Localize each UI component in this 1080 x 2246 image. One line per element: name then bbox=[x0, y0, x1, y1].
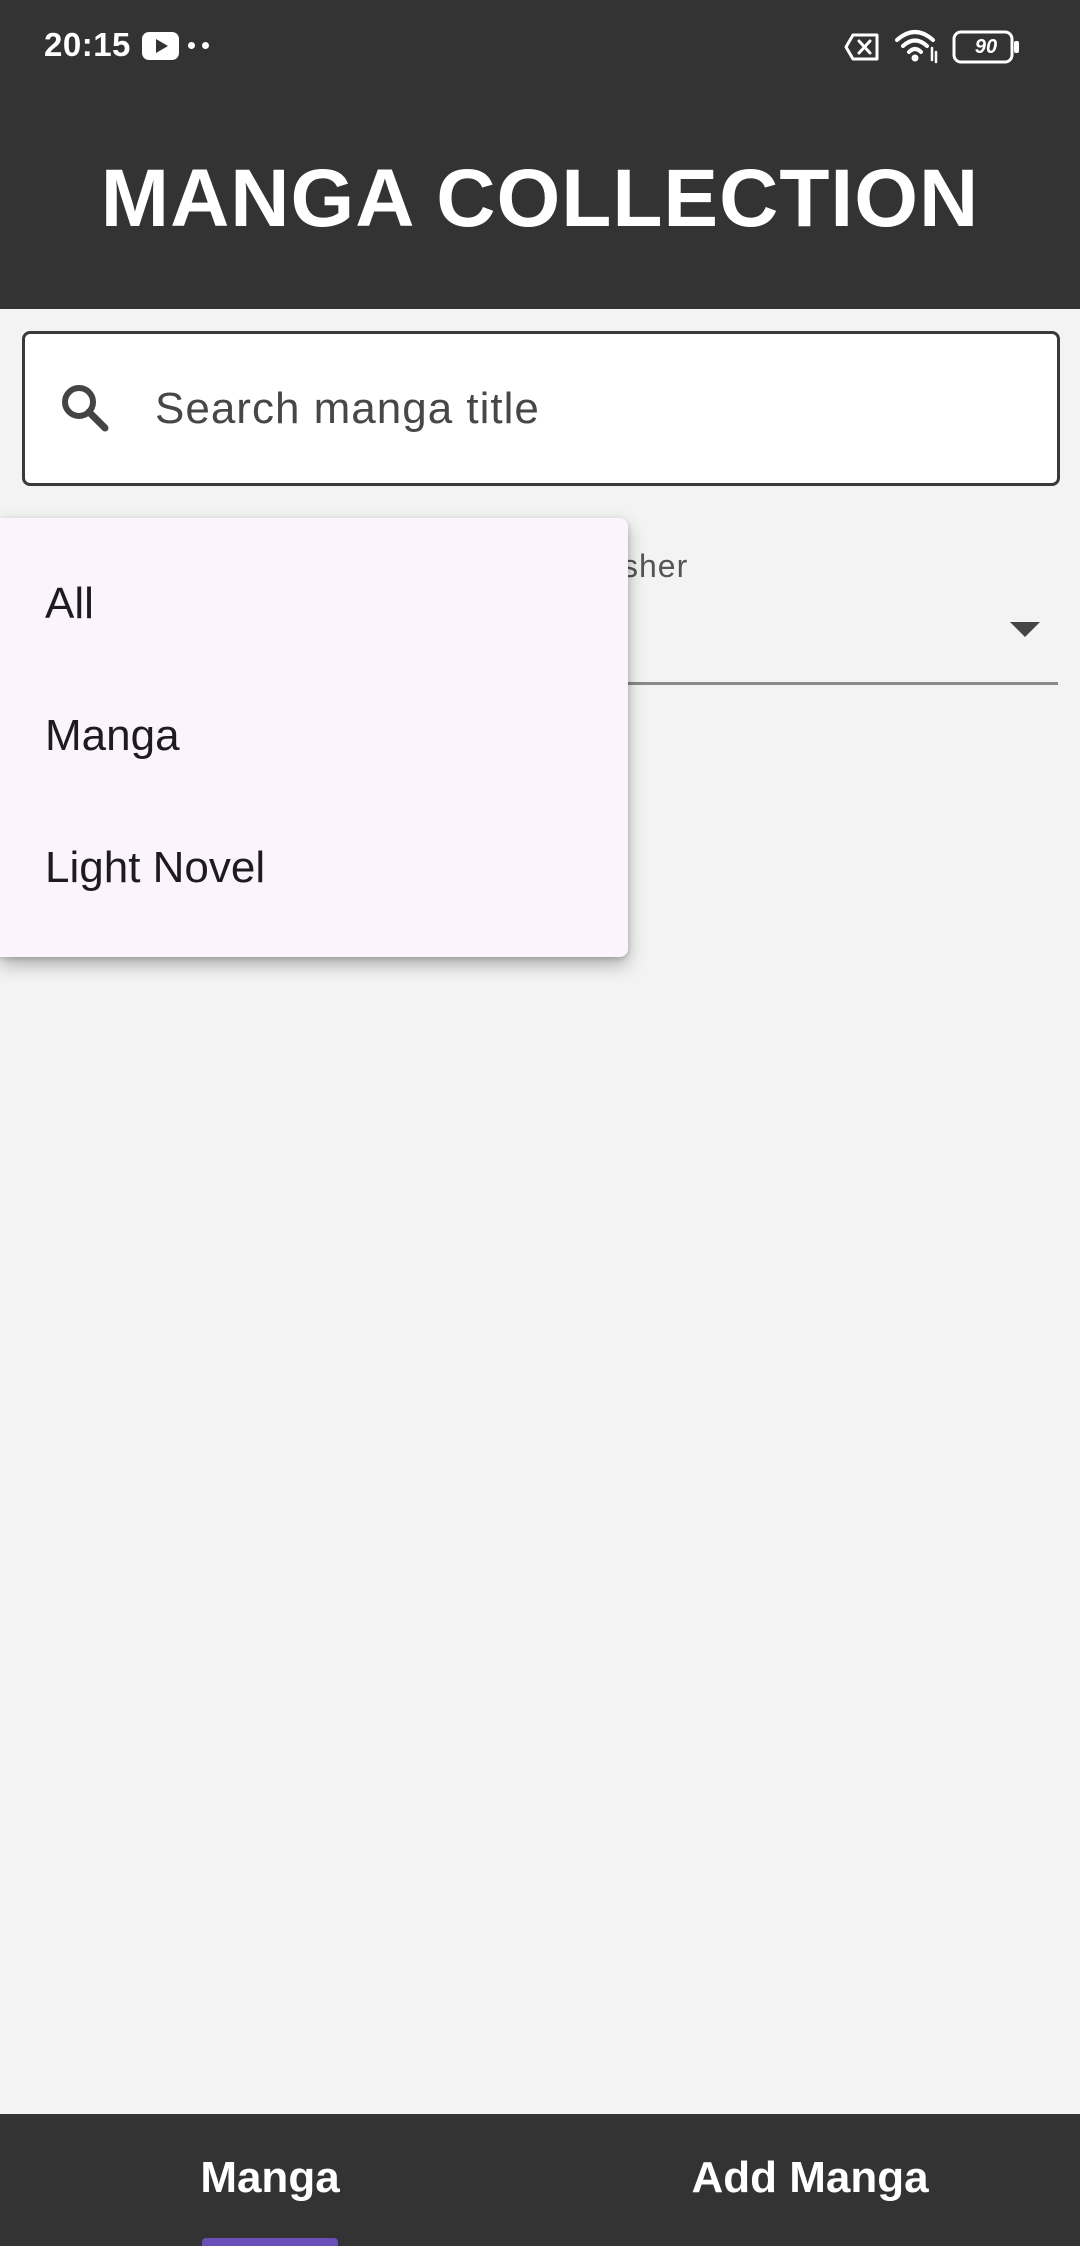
dropdown-arrow-icon[interactable] bbox=[1010, 622, 1040, 637]
active-tab-indicator bbox=[202, 2238, 338, 2246]
search-field[interactable] bbox=[22, 331, 1060, 486]
search-icon bbox=[59, 382, 111, 439]
status-time: 20:15 bbox=[44, 26, 131, 63]
type-dropdown-menu: All Manga Light Novel bbox=[0, 518, 628, 957]
publisher-label: sher bbox=[622, 548, 689, 584]
battery-icon: 90 bbox=[952, 30, 1022, 64]
wifi-icon bbox=[894, 28, 940, 69]
page-title: MANGA COLLECTION bbox=[100, 153, 980, 244]
search-input[interactable] bbox=[155, 334, 1035, 483]
app-header: 20:15 90 MANGA COLLECTION bbox=[0, 0, 1080, 309]
menu-item-manga[interactable]: Manga bbox=[0, 670, 628, 802]
sim-off-icon bbox=[844, 33, 880, 66]
nav-tab-manga[interactable]: Manga bbox=[0, 2114, 540, 2246]
bottom-navigation: Manga Add Manga bbox=[0, 2114, 1080, 2246]
menu-item-all[interactable]: All bbox=[0, 538, 628, 670]
youtube-icon bbox=[142, 32, 179, 60]
battery-level: 90 bbox=[974, 36, 998, 58]
menu-item-light-novel[interactable]: Light Novel bbox=[0, 802, 628, 934]
status-bar: 20:15 90 bbox=[0, 0, 1080, 96]
more-dots-icon bbox=[188, 42, 214, 50]
nav-tab-add-manga[interactable]: Add Manga bbox=[540, 2114, 1080, 2246]
